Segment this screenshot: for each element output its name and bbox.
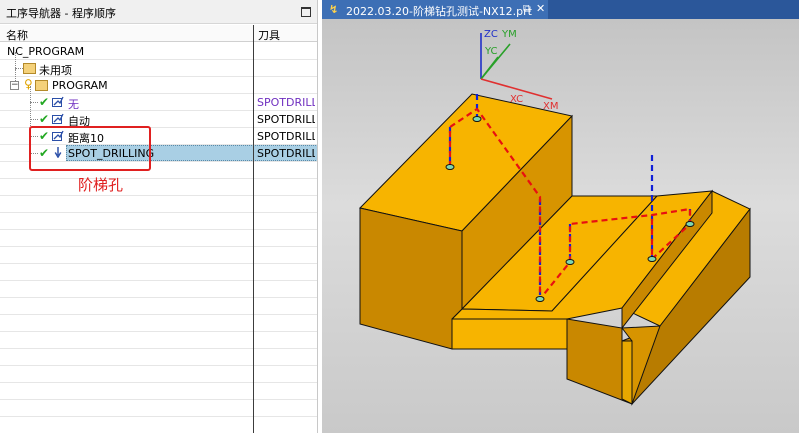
tree-connector <box>15 68 23 69</box>
document-tab[interactable]: ↯ 2022.03.20-阶梯钻孔测试-NX12.prt ⧉ ✕ <box>322 0 548 19</box>
tree-row-unused[interactable]: 未用项 <box>0 52 317 77</box>
annotation-label: 阶梯孔 <box>78 176 124 194</box>
column-header: 名称 刀具 <box>0 25 317 43</box>
operation-navigator: 工序导航器 - 程序顺序 名称 刀具 NC_PROGRAM 未用项 − ♀ PR… <box>0 0 318 433</box>
empty-row <box>0 315 317 332</box>
xm-label: XM <box>543 101 558 112</box>
xc-label: XC <box>510 94 523 105</box>
tree-row-program[interactable]: − ♀ PROGRAM <box>0 69 317 94</box>
tree-row-op-none[interactable]: ✔ 无 SPOTDRILLI <box>0 86 317 146</box>
graphics-viewport[interactable]: ZC YM YC XC XM <box>322 19 799 433</box>
drill-operation-icon <box>52 113 64 124</box>
hole-marker <box>445 164 455 170</box>
yc-label: YC <box>484 46 498 57</box>
collapse-icon[interactable]: − <box>10 81 19 90</box>
empty-row <box>0 264 317 281</box>
app-window: 工序导航器 - 程序顺序 名称 刀具 NC_PROGRAM 未用项 − ♀ PR… <box>0 0 799 433</box>
lightbulb-icon: ♀ <box>24 77 33 91</box>
close-icon[interactable]: ✕ <box>536 2 545 15</box>
zc-label: ZC <box>484 29 498 40</box>
part-model: ZC YM YC XC XM <box>359 29 751 406</box>
tree-connector <box>30 119 38 120</box>
empty-row <box>0 230 317 247</box>
column-name[interactable]: 名称 <box>6 27 28 43</box>
document-tab-bar: ↯ 2022.03.20-阶梯钻孔测试-NX12.prt ⧉ ✕ <box>322 0 799 19</box>
tab-float-icon[interactable]: ⧉ <box>523 2 531 16</box>
empty-row <box>0 400 317 417</box>
empty-row <box>0 179 317 196</box>
empty-row <box>0 332 317 349</box>
yc-axis <box>480 56 499 80</box>
empty-row <box>0 281 317 298</box>
navigator-title: 工序导航器 - 程序顺序 <box>6 7 116 20</box>
hole-marker <box>685 221 695 227</box>
front-lip-top <box>451 318 568 350</box>
right-block-edge <box>621 340 633 405</box>
tool-cell: SPOTDRILLI <box>257 130 315 143</box>
document-tab-title: 2022.03.20-阶梯钻孔测试-NX12.prt <box>346 5 532 18</box>
program-folder-icon <box>35 80 48 91</box>
hole-marker <box>535 296 545 302</box>
empty-row <box>0 247 317 264</box>
group-folder-icon <box>23 63 36 74</box>
hole-marker <box>565 259 575 265</box>
tree-row-label: 无 <box>68 98 79 111</box>
tool-cell: SPOTDRILLI <box>257 96 315 109</box>
complete-check-icon: ✔ <box>39 95 50 109</box>
tool-cell: SPOTDRILLI <box>257 147 315 160</box>
ym-label: YM <box>501 29 517 40</box>
empty-row <box>0 366 317 383</box>
tree-connector <box>30 102 38 103</box>
front-face-left <box>359 207 463 350</box>
navigator-titlebar: 工序导航器 - 程序顺序 <box>0 0 317 24</box>
tool-cell: SPOTDRILLI <box>257 113 315 126</box>
hole-marker <box>472 116 482 122</box>
drill-operation-icon <box>52 96 64 107</box>
tree-row-label: 未用项 <box>39 64 72 77</box>
tree-row-nc-program[interactable]: NC_PROGRAM <box>0 43 317 60</box>
nx-logo-icon: ↯ <box>329 3 339 16</box>
tree-row-label: PROGRAM <box>52 79 108 92</box>
column-tool[interactable]: 刀具 <box>258 27 280 43</box>
empty-row <box>0 213 317 230</box>
tree-connector <box>15 52 16 68</box>
empty-row <box>0 298 317 315</box>
column-divider[interactable] <box>253 25 254 433</box>
empty-row <box>0 417 317 433</box>
empty-row <box>0 383 317 400</box>
empty-row <box>0 349 317 366</box>
maximize-icon[interactable] <box>301 7 311 17</box>
hole-marker <box>647 256 657 262</box>
empty-row <box>0 196 317 213</box>
tree-row-label: NC_PROGRAM <box>7 45 85 58</box>
annotation-box <box>29 126 151 171</box>
complete-check-icon: ✔ <box>39 112 50 126</box>
